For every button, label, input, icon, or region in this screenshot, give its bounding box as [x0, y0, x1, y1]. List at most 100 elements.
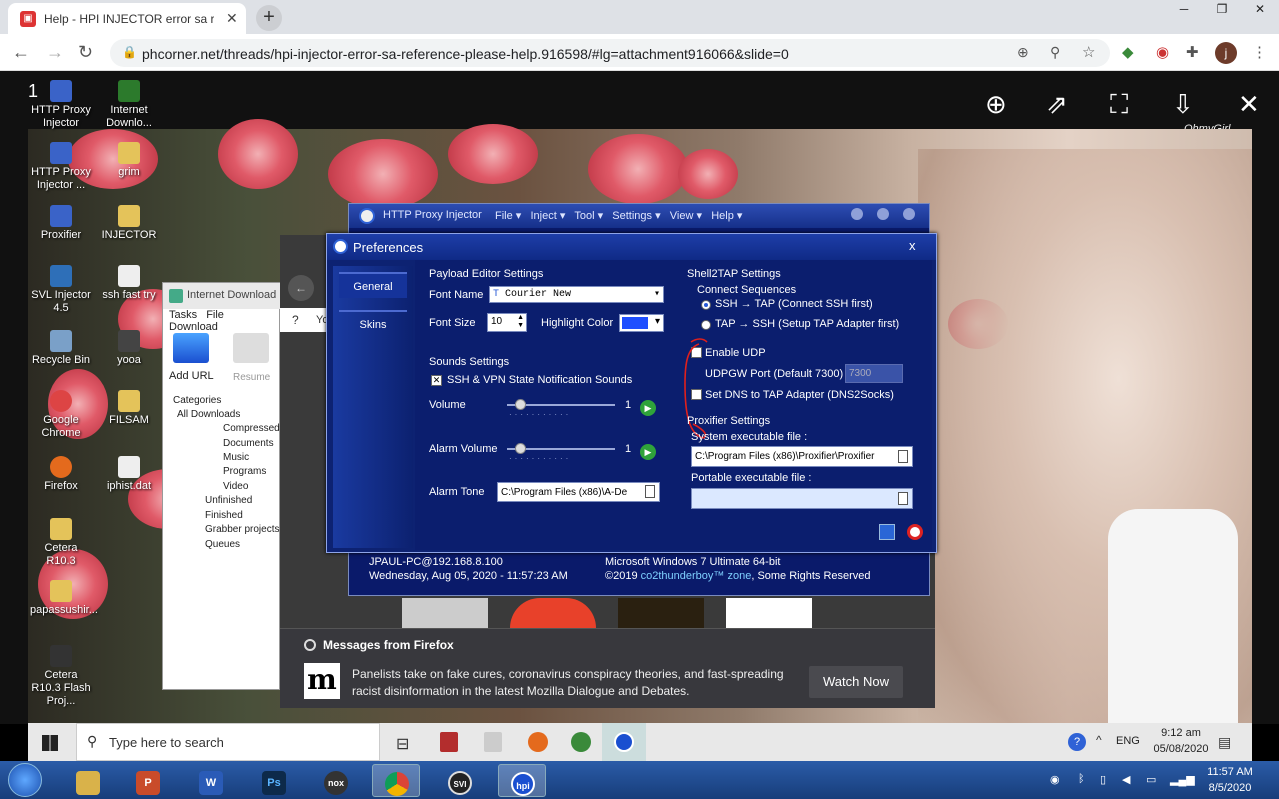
fullscreen-icon[interactable]: ⛶	[1110, 89, 1128, 121]
language-indicator[interactable]: ENG	[1116, 735, 1140, 747]
windows-start-icon[interactable]	[42, 735, 58, 751]
taskbar-photoshop[interactable]: Ps	[250, 764, 298, 797]
thumbnail[interactable]	[726, 598, 812, 628]
lock-icon[interactable]: 🔒	[122, 45, 137, 59]
download-icon[interactable]: ⇩	[1172, 89, 1194, 120]
chrome-desktop-icon[interactable]: Google Chrome	[30, 390, 92, 440]
open-external-icon[interactable]: ⇗	[1046, 89, 1068, 120]
desktop-icon[interactable]: FILSAM	[98, 390, 160, 427]
tree-finished[interactable]: Finished	[205, 510, 243, 521]
power-icon[interactable]: ▯	[1100, 773, 1106, 786]
firefox-desktop-icon[interactable]: Firefox	[30, 456, 92, 493]
resume-icon[interactable]	[233, 333, 269, 363]
lightbox-close-icon[interactable]: ✕	[1238, 89, 1260, 120]
tree-documents[interactable]: Documents	[223, 438, 274, 449]
highlight-color-picker[interactable]: ▾	[619, 314, 664, 332]
font-name-select[interactable]: T Courier New ▾	[489, 286, 664, 303]
desktop-icon[interactable]: grim	[98, 142, 160, 179]
tree-unfinished[interactable]: Unfinished	[205, 495, 252, 506]
udpgw-port-input[interactable]: 7300	[845, 364, 903, 383]
injector-close-button[interactable]	[903, 208, 915, 220]
menu-file[interactable]: File	[495, 210, 513, 222]
maximize-button[interactable]: ❐	[1203, 0, 1241, 20]
volume-knob[interactable]	[515, 399, 526, 410]
back-circle-icon[interactable]: ←	[288, 275, 314, 301]
window-close-button[interactable]: ✕	[1241, 0, 1279, 20]
browse-file-icon[interactable]	[898, 450, 908, 463]
watch-now-button[interactable]: Watch Now	[809, 666, 903, 698]
brand-link[interactable]: co2thunderboy™ zone	[641, 570, 752, 582]
desktop-icon[interactable]: Proxifier	[30, 205, 92, 242]
taskbar-active-app[interactable]	[602, 723, 646, 761]
desktop-icon[interactable]: Cetera R10.3	[30, 518, 92, 568]
desktop-icon[interactable]: INJECTOR	[98, 205, 160, 242]
desktop-icon[interactable]: yooa	[98, 330, 160, 367]
cancel-icon[interactable]	[907, 524, 923, 540]
menu-tool[interactable]: Tool	[574, 210, 594, 222]
help-tray-icon[interactable]: ?	[1068, 733, 1086, 751]
bluetooth-icon[interactable]: ᛒ	[1078, 773, 1085, 785]
tree-video[interactable]: Video	[223, 481, 248, 492]
taskbar-chrome[interactable]	[372, 764, 420, 797]
tree-programs[interactable]: Programs	[223, 466, 266, 477]
tree-grabber-projects[interactable]: Grabber projects	[205, 524, 279, 535]
desktop-icon[interactable]: SVL Injector 4.5	[30, 265, 92, 315]
taskbar-app-icon[interactable]	[440, 732, 458, 752]
desktop-icon[interactable]: Internet Downlo...	[98, 80, 160, 130]
save-icon[interactable]	[879, 524, 895, 540]
taskbar-svi[interactable]: SVI	[436, 764, 484, 797]
menu-kebab-icon[interactable]: ⋮	[1252, 43, 1267, 61]
bookmark-star-icon[interactable]: ☆	[1082, 43, 1095, 61]
taskbar-explorer[interactable]	[64, 764, 112, 797]
injector-maximize-button[interactable]	[877, 208, 889, 220]
menu-view[interactable]: View	[670, 210, 694, 222]
idm-menu-tasks[interactable]: Tasks	[169, 309, 197, 321]
desktop-icon[interactable]: papassushir...	[30, 580, 98, 617]
system-exe-input[interactable]: C:\Program Files (x86)\Proxifier\Proxifi…	[691, 446, 913, 467]
tree-queues[interactable]: Queues	[205, 539, 240, 550]
portable-exe-input[interactable]	[691, 488, 913, 509]
chevron-up-icon[interactable]: ^	[1096, 733, 1102, 747]
thumbnail[interactable]	[402, 598, 488, 628]
injector-minimize-button[interactable]	[851, 208, 863, 220]
idm-menu-download[interactable]: Download	[169, 321, 218, 333]
zoom-in-icon[interactable]: ⊕	[985, 89, 1007, 120]
alarm-volume-knob[interactable]	[515, 443, 526, 454]
font-size-spinner[interactable]: 10 ▲ ▼	[487, 313, 527, 332]
taskbar-powerpoint[interactable]: P	[124, 764, 172, 797]
signal-icon[interactable]: ▂▄▆	[1170, 773, 1195, 786]
add-circle-icon[interactable]: ⊕	[1017, 44, 1029, 61]
recycle-bin-icon[interactable]: Recycle Bin	[30, 330, 92, 367]
desktop-icon[interactable]: HTTP Proxy Injector ...	[30, 142, 92, 192]
menu-inject[interactable]: Inject	[530, 210, 556, 222]
extension-record-icon[interactable]: ◉	[1156, 43, 1169, 61]
tray-icon[interactable]: ◉	[1050, 773, 1060, 786]
menu-settings[interactable]: Settings	[612, 210, 652, 222]
add-url-icon[interactable]	[173, 333, 209, 363]
taskbar-hpi[interactable]: hpi	[498, 764, 546, 797]
menu-help[interactable]: Help	[711, 210, 734, 222]
extension-icon[interactable]: ◆	[1122, 43, 1134, 61]
browser-tab[interactable]: ▣ Help - HPI INJECTOR error sa refe ✕	[8, 3, 246, 34]
browse-file-icon[interactable]	[645, 485, 655, 498]
taskbar-word[interactable]: W	[187, 764, 235, 797]
resume-label[interactable]: Resume	[233, 372, 270, 383]
play-volume-icon[interactable]: ▶	[640, 400, 656, 416]
desktop-icon[interactable]: iphist.dat	[98, 456, 160, 493]
spinner-arrows-icon[interactable]: ▲ ▼	[517, 314, 524, 330]
start-orb-icon[interactable]	[8, 763, 42, 797]
taskbar-firefox-icon[interactable]	[528, 732, 548, 752]
desktop-icon[interactable]: Cetera R10.3 Flash Proj...	[30, 645, 92, 708]
notifications-icon[interactable]: ▤	[1218, 734, 1231, 751]
back-arrow-icon[interactable]: ←	[12, 42, 30, 63]
play-alarm-icon[interactable]: ▶	[640, 444, 656, 460]
forward-arrow-icon[interactable]: →	[46, 42, 64, 63]
tree-music[interactable]: Music	[223, 452, 249, 463]
radio-ssh-tap[interactable]	[701, 300, 711, 310]
tree-all-downloads[interactable]: All Downloads	[177, 409, 240, 420]
address-bar[interactable]: 🔒 phcorner.net/threads/hpi-injector-erro…	[110, 39, 1110, 67]
task-view-icon[interactable]: ⊟	[396, 734, 409, 754]
tab-general[interactable]: General	[339, 272, 407, 298]
new-tab-button[interactable]: +	[256, 5, 282, 31]
thumbnail[interactable]	[618, 598, 704, 628]
